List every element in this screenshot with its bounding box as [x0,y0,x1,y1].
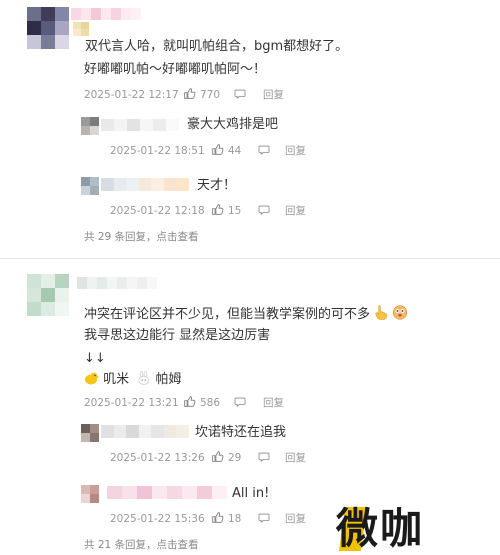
comment-timestamp: 2025-01-22 12:17 [84,89,179,101]
view-replies-link[interactable]: 共 29 条回复，点击查看 [84,229,199,244]
comment-text: 冲突在评论区并不少见，但能当教学案例的可不多 [84,304,408,327]
comment-text: 我寻思这边能行 显然是这边厉害 [84,328,271,343]
avatar[interactable] [81,177,99,195]
bunny-icon [137,370,151,392]
comment-text: 叽米 帕姆 [84,370,181,392]
thumbs-up-icon[interactable] [183,87,196,100]
comment-divider [0,258,500,259]
comment-line: 叽米 [103,372,130,387]
avatar[interactable] [27,274,69,316]
surprised-face-emoji [392,304,408,327]
username-blurred[interactable] [77,277,157,289]
comment-line: 冲突在评论区并不少见，但能当教学案例的可不多 [84,307,371,322]
thumbs-up-icon[interactable] [211,203,224,216]
like-count: 15 [228,205,242,217]
reply-text: 坎诺特还在追我 [195,425,287,440]
user-badge-blurred [73,22,89,36]
reply-button[interactable]: 回复 [285,512,306,526]
comment-bubble-icon[interactable] [258,452,270,462]
comment-line: 帕姆 [155,372,182,387]
comment-bubble-icon[interactable] [258,513,270,523]
watermark-text: 微咖 [336,504,425,553]
comment-bubble-icon[interactable] [234,397,246,407]
reply-timestamp: 2025-01-22 18:51 [110,145,205,157]
thumbs-up-icon[interactable] [211,450,224,463]
reply-text: All in! [232,486,270,501]
comment-text: 好嘟嘟叽帕～好嘟嘟叽帕阿～！ [84,62,267,77]
reply-timestamp: 2025-01-22 15:36 [110,513,205,525]
reply-button[interactable]: 回复 [263,88,284,102]
comment-bubble-icon[interactable] [258,145,270,155]
thumbs-up-icon[interactable] [211,143,224,156]
avatar[interactable] [27,7,69,49]
thumbs-up-icon[interactable] [183,395,196,408]
like-count: 770 [200,89,221,101]
avatar[interactable] [81,485,99,503]
comment-bubble-icon[interactable] [234,89,246,99]
comment-text: 双代言人哈，就叫叽帕组合，bgm都想好了。 [85,39,349,54]
like-count: 44 [228,145,242,157]
like-count: 29 [228,452,242,464]
reply-button[interactable]: 回复 [285,451,306,465]
like-count: 586 [200,397,221,409]
username-blurred[interactable] [101,425,189,438]
reply-timestamp: 2025-01-22 13:26 [110,452,205,464]
chick-icon [84,371,99,392]
avatar[interactable] [81,117,99,135]
reply-button[interactable]: 回复 [263,396,284,410]
view-replies-link[interactable]: 共 21 条回复，点击查看 [84,537,199,552]
reply-button[interactable]: 回复 [285,204,306,218]
like-count: 18 [228,513,242,525]
avatar[interactable] [81,424,99,442]
username-blurred[interactable] [101,178,189,191]
reply-text: 豪大大鸡排是吧 [187,117,279,132]
thumbs-up-icon[interactable] [211,511,224,524]
username-blurred[interactable] [101,119,179,131]
pointing-hand-emoji [374,304,388,327]
username-blurred[interactable] [71,8,141,20]
comment-timestamp: 2025-01-22 13:21 [84,397,179,409]
comment-bubble-icon[interactable] [258,205,270,215]
comment-text: ↓↓ [84,351,106,366]
username-blurred[interactable] [107,486,227,499]
reply-button[interactable]: 回复 [285,144,306,158]
reply-text: 天才！ [197,178,237,193]
reply-timestamp: 2025-01-22 12:18 [110,205,205,217]
watermark-logo: 微咖 [336,502,464,555]
